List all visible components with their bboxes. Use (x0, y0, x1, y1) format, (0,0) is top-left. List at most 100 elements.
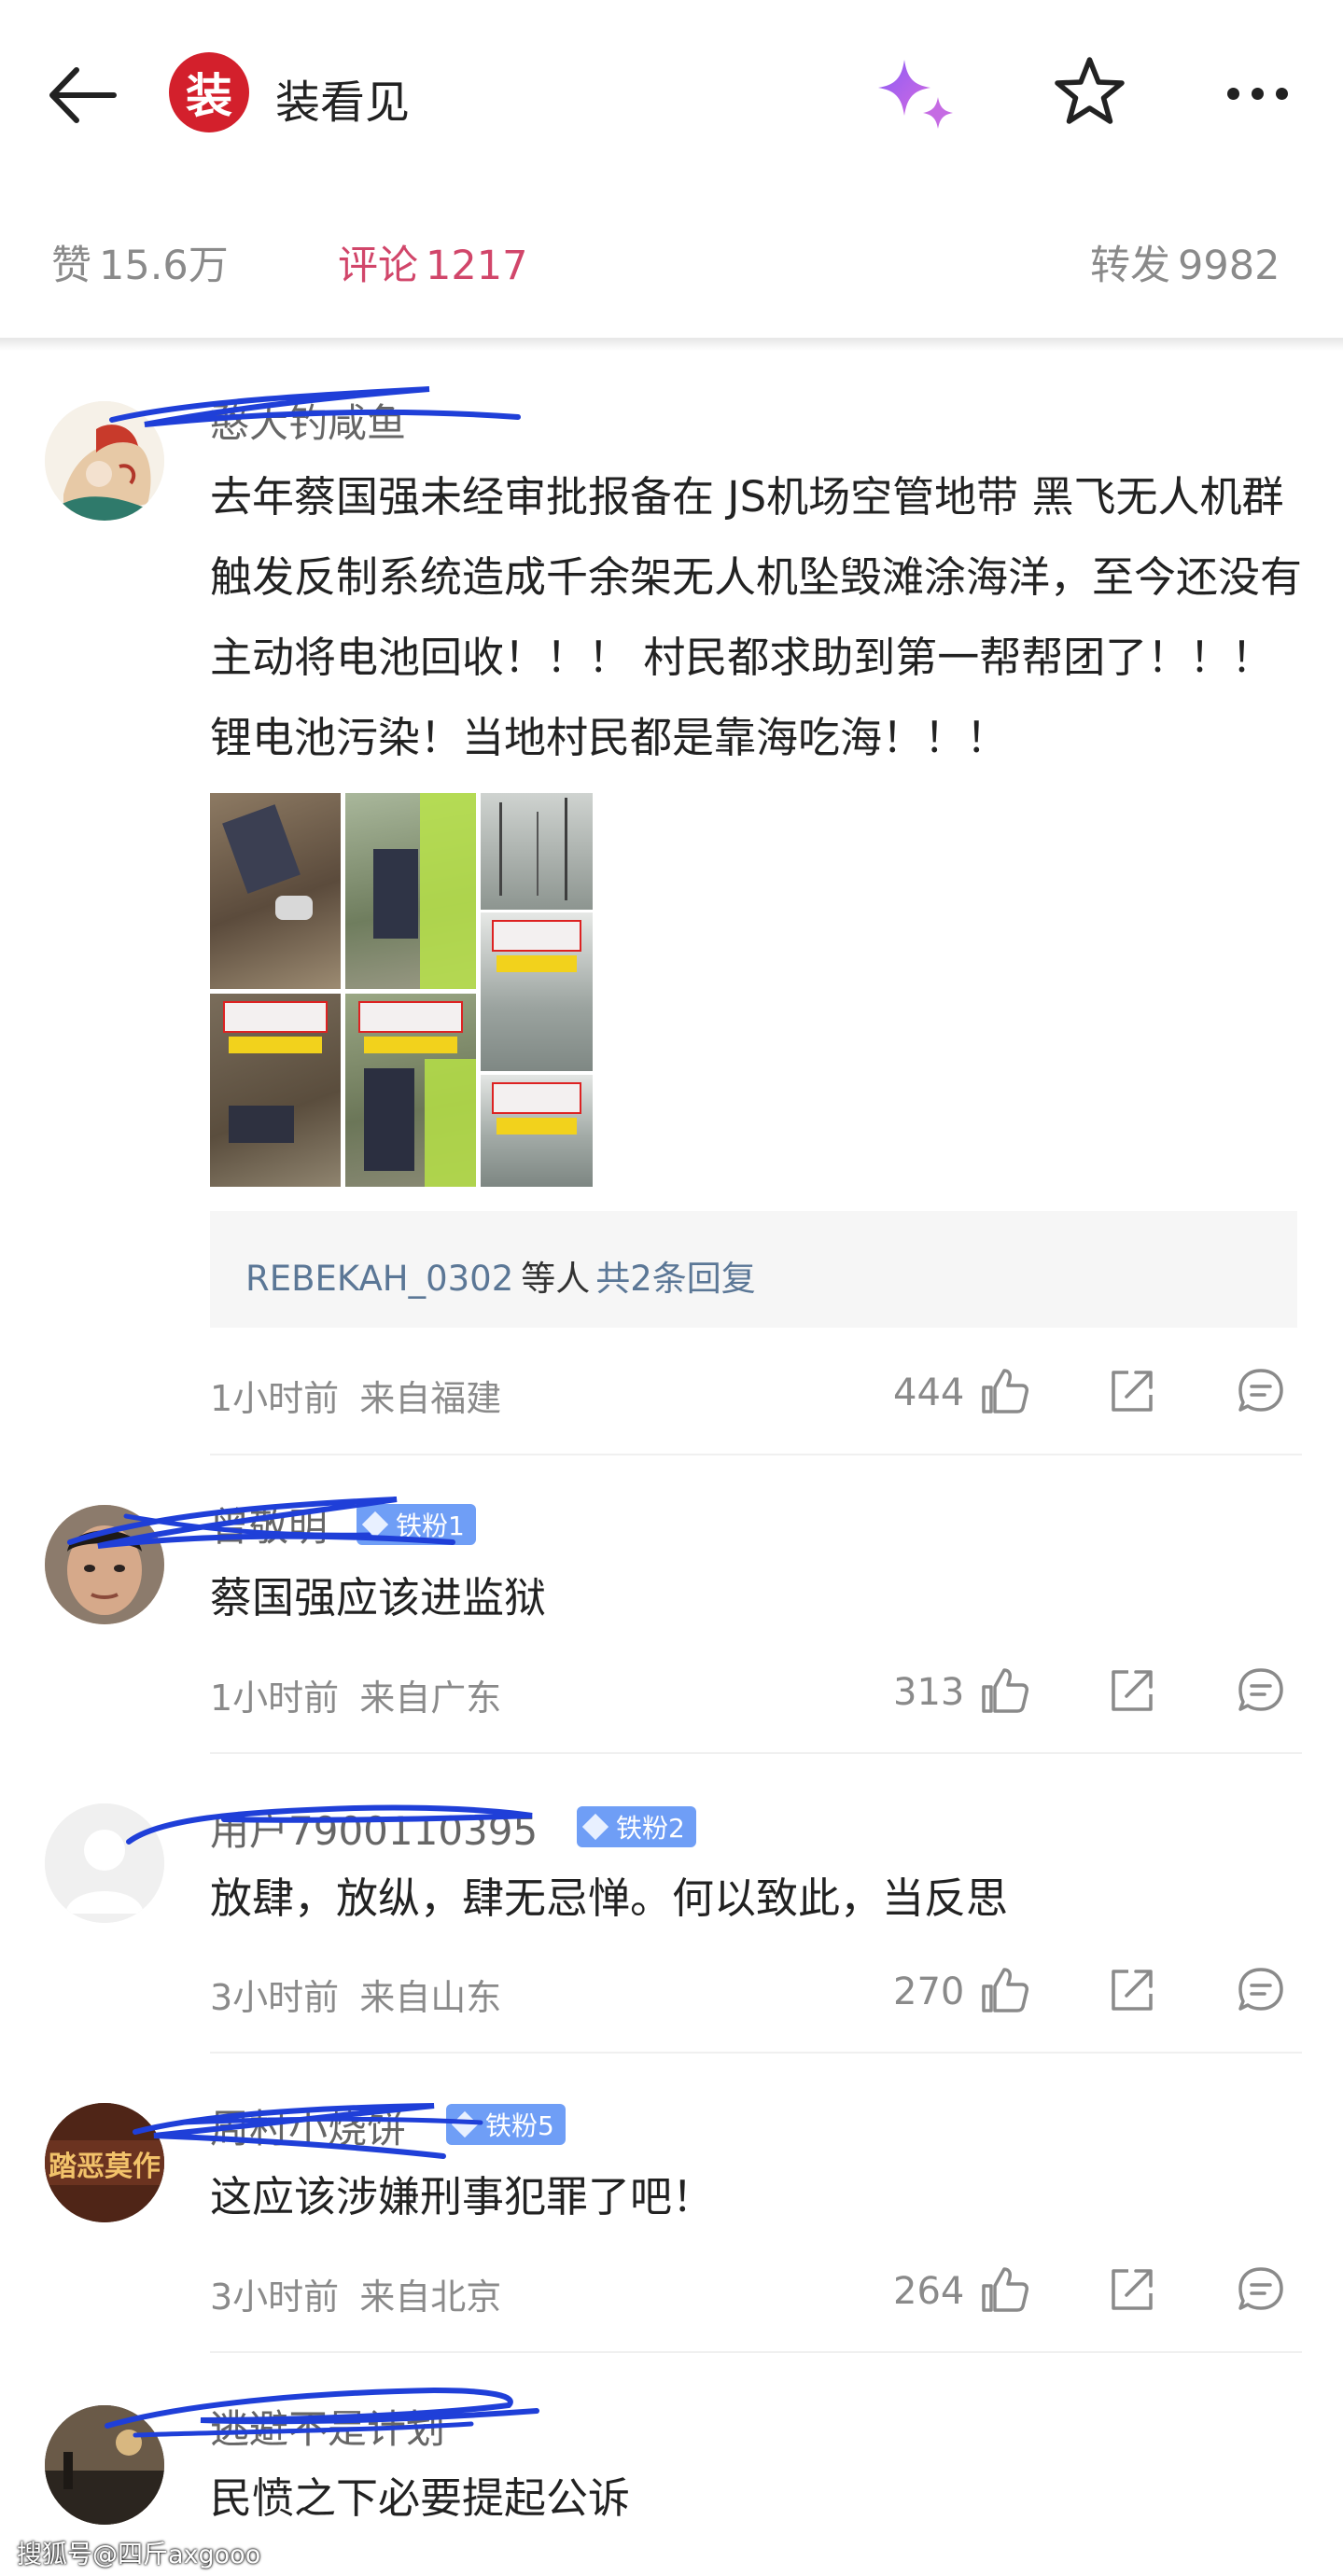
thumbs-up-icon[interactable] (978, 1664, 1030, 1717)
like-count: 313 (893, 1671, 965, 1714)
comment-author[interactable]: 周村小烧饼 (210, 2097, 406, 2154)
like-count: 270 (893, 1970, 965, 2013)
share-icon[interactable] (1106, 1964, 1158, 2016)
comment-meta: 3小时前 来自北京 (210, 2268, 501, 2319)
comment-divider (210, 1454, 1302, 1455)
badge-label: 铁粉1 (396, 1511, 465, 1541)
avatar[interactable]: 踏恶莫作 (45, 2103, 164, 2222)
thumbs-up-icon[interactable] (978, 2263, 1030, 2316)
avatar-image: 踏恶莫作 (45, 2103, 164, 2222)
comment-icon[interactable] (1235, 1964, 1287, 2016)
share-icon[interactable] (1106, 1664, 1158, 1717)
badge-label: 铁粉2 (616, 1813, 685, 1844)
comment-author[interactable]: 憨大钓咸鱼 (210, 392, 406, 449)
sparkle-icon (878, 60, 953, 129)
comment-location: 来自北京 (359, 2277, 502, 2318)
tab-comments-count: 1217 (426, 243, 528, 289)
comment-text: 蔡国强应该进监狱 (210, 1573, 547, 1622)
thumbs-up-icon[interactable] (978, 1964, 1030, 2016)
tab-comments-label: 评论 (338, 243, 418, 289)
comment-text: 民愤之下必要提起公诉 (210, 2473, 631, 2523)
avatar[interactable] (45, 401, 164, 521)
comment-author[interactable]: 逃避不是计划 (210, 2398, 445, 2455)
share-icon[interactable] (1106, 2263, 1158, 2316)
share-icon[interactable] (1106, 1365, 1158, 1417)
avatar[interactable] (45, 1803, 164, 1923)
avatar-image (45, 1505, 164, 1624)
more-dot (1227, 87, 1239, 100)
avatar[interactable] (45, 1505, 164, 1624)
favorite-button[interactable] (1050, 52, 1129, 132)
avatar[interactable] (45, 2405, 164, 2525)
comment-text: 这应该涉嫌刑事犯罪了吧！ (210, 2172, 715, 2221)
tab-reposts-count: 9982 (1178, 243, 1280, 289)
tab-comments[interactable]: 评论 1217 (338, 233, 527, 291)
like-count: 444 (893, 1372, 965, 1414)
ai-sparkle-button[interactable] (873, 54, 961, 138)
tab-reposts-label: 转发 (1090, 243, 1170, 289)
comment-image[interactable] (481, 1075, 593, 1187)
reply-count-link[interactable]: 共2条回复 (595, 1259, 756, 1299)
diamond-icon (581, 1813, 609, 1841)
comment-meta: 1小时前 来自福建 (210, 1370, 501, 1421)
avatar-text: 踏恶莫作 (49, 2151, 161, 2183)
default-avatar-icon (45, 1803, 164, 1923)
account-avatar[interactable]: 装 (169, 52, 249, 132)
comment-time: 1小时前 (210, 1678, 340, 1719)
comment-icon[interactable] (1235, 1365, 1287, 1417)
comment-text: 去年蔡国强未经审批报备在 JS机场空管地带 黑飞无人机群触发反制系统造成千余架无… (210, 472, 1303, 762)
tab-reposts[interactable]: 转发 9982 (1090, 233, 1280, 291)
more-dot (1252, 87, 1264, 100)
comment-time: 3小时前 (210, 1977, 340, 2018)
comment-image[interactable] (345, 793, 476, 989)
header-divider (0, 338, 1343, 351)
like-count: 264 (893, 2270, 965, 2313)
comment-location: 来自山东 (359, 1977, 502, 2018)
reply-user-link[interactable]: REBEKAH_0302 (245, 1259, 513, 1299)
comment-divider (210, 2052, 1302, 2054)
fan-level-badge: 铁粉5 (446, 2104, 566, 2145)
reply-preview-box[interactable]: REBEKAH_0302 等人 共2条回复 (210, 1211, 1297, 1328)
weibo-comment-page: 装 装看见 赞 15.6万 评论 1217 转发 9982 憨大钓咸鱼 去年蔡国… (0, 0, 1343, 2576)
more-icon[interactable] (1223, 65, 1293, 121)
avatar-image (45, 401, 164, 521)
comment-meta: 1小时前 来自广东 (210, 1669, 501, 1720)
back-button[interactable] (45, 58, 129, 132)
comment-text: 放肆，放纵，肆无忌惮。何以致此，当反思 (210, 1873, 1009, 1923)
fan-level-badge: 铁粉2 (577, 1806, 696, 1847)
account-name[interactable]: 装看见 (275, 65, 410, 131)
comment-author[interactable]: 用户7900110395 (210, 1800, 538, 1857)
tab-likes[interactable]: 赞 15.6万 (51, 233, 229, 291)
thumbs-up-icon[interactable] (978, 1365, 1030, 1417)
comment-icon[interactable] (1235, 1664, 1287, 1717)
comment-image[interactable] (481, 793, 593, 910)
diamond-icon (451, 2110, 479, 2138)
comment-time: 3小时前 (210, 2277, 340, 2318)
avatar-image (45, 2405, 164, 2525)
comment-location: 来自广东 (359, 1678, 502, 1719)
reply-others-text: 等人 (521, 1259, 591, 1299)
comment-image[interactable] (210, 793, 341, 989)
comment-divider (210, 2351, 1302, 2353)
stats-tabs: 赞 15.6万 评论 1217 转发 9982 (0, 215, 1343, 308)
fan-level-badge: 铁粉1 (357, 1504, 476, 1545)
back-arrow-icon (49, 67, 117, 123)
comment-location: 来自福建 (359, 1378, 502, 1419)
comment-image[interactable] (481, 912, 593, 1071)
comment-image-grid[interactable] (210, 793, 595, 1187)
tab-likes-count: 15.6万 (99, 243, 229, 289)
star-icon (1055, 57, 1125, 124)
diamond-icon (361, 1511, 389, 1539)
top-bar: 装 装看见 (0, 0, 1343, 187)
comment-icon[interactable] (1235, 2263, 1287, 2316)
comment-author[interactable]: 曾敬明 (210, 1496, 328, 1553)
tab-likes-label: 赞 (51, 243, 91, 289)
comment-divider (210, 1752, 1302, 1754)
watermark: 搜狐号@四斤axgooo (17, 2541, 261, 2569)
more-dot (1276, 87, 1288, 100)
comment-meta: 3小时前 来自山东 (210, 1969, 501, 2020)
comment-image[interactable] (210, 994, 341, 1187)
comment-time: 1小时前 (210, 1378, 340, 1419)
badge-label: 铁粉5 (485, 2110, 554, 2141)
comment-image[interactable] (345, 994, 476, 1187)
